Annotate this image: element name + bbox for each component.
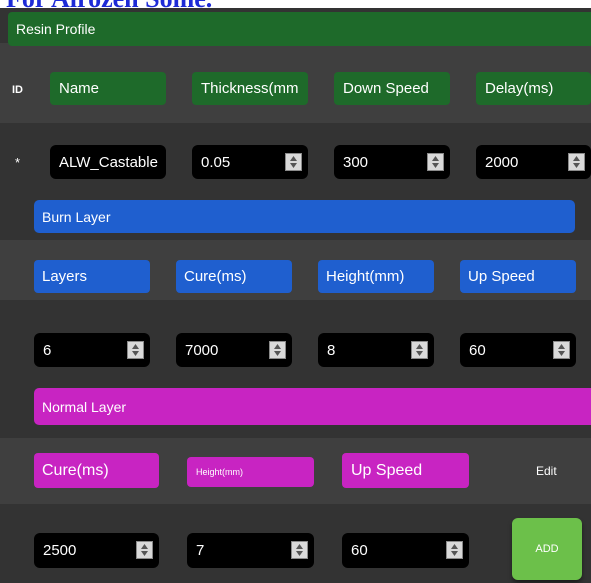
burn-cure-spinner-icon[interactable] [269, 341, 286, 359]
normal-up-speed-header: Up Speed [342, 453, 469, 488]
burn-up-speed-value: 60 [469, 341, 486, 359]
burn-layers-field[interactable]: 6 [34, 333, 150, 367]
burn-up-speed-field[interactable]: 60 [460, 333, 576, 367]
edit-label: Edit [536, 464, 557, 478]
burn-layer-header: Burn Layer [34, 200, 575, 233]
thickness-field[interactable]: 0.05 [192, 145, 308, 179]
down-speed-field[interactable]: 300 [334, 145, 450, 179]
normal-cure-spinner-icon[interactable] [136, 541, 153, 559]
normal-cure-field[interactable]: 2500 [34, 533, 159, 568]
resin-profile-header: Resin Profile [8, 12, 591, 46]
burn-layers-spinner-icon[interactable] [127, 341, 144, 359]
burn-height-value: 8 [327, 341, 336, 359]
burn-height-header: Height(mm) [318, 260, 434, 293]
normal-cure-value: 2500 [43, 542, 77, 559]
burn-height-field[interactable]: 8 [318, 333, 434, 367]
thickness-header: Thickness(mm [192, 72, 308, 105]
normal-height-spinner-icon[interactable] [291, 541, 308, 559]
burn-up-speed-spinner-icon[interactable] [553, 341, 570, 359]
name-value: ALW_Castable [59, 153, 158, 171]
burn-layers-header: Layers [34, 260, 150, 293]
burn-cure-field[interactable]: 7000 [176, 333, 292, 367]
name-header: Name [50, 72, 166, 105]
thickness-value: 0.05 [201, 153, 231, 171]
down-speed-spinner-icon[interactable] [427, 153, 444, 171]
normal-up-speed-field[interactable]: 60 [342, 533, 469, 568]
normal-height-value: 7 [196, 542, 205, 559]
thickness-spinner-icon[interactable] [285, 153, 302, 171]
down-speed-value: 300 [343, 153, 369, 171]
delay-header: Delay(ms) [476, 72, 591, 105]
row-marker: * [15, 155, 21, 170]
down-speed-header: Down Speed [334, 72, 450, 105]
settings-panel: Resin Profile ID Name Thickness(mm Down … [0, 8, 591, 583]
burn-up-speed-header: Up Speed [460, 260, 576, 293]
burn-height-spinner-icon[interactable] [411, 341, 428, 359]
normal-up-speed-value: 60 [351, 542, 368, 559]
normal-layer-header: Normal Layer [34, 388, 591, 425]
burn-layers-value: 6 [43, 341, 52, 359]
name-field[interactable]: ALW_Castable [50, 145, 166, 179]
burn-cure-value: 7000 [185, 341, 219, 359]
delay-spinner-icon[interactable] [568, 153, 585, 171]
delay-field[interactable]: 2000 [476, 145, 591, 179]
normal-height-field[interactable]: 7 [187, 533, 314, 568]
delay-value: 2000 [485, 153, 519, 171]
normal-up-speed-spinner-icon[interactable] [446, 541, 463, 559]
id-label: ID [12, 84, 23, 96]
burn-cure-header: Cure(ms) [176, 260, 292, 293]
normal-height-header: Height(mm) [187, 457, 314, 487]
normal-cure-header: Cure(ms) [34, 453, 159, 488]
add-button[interactable]: ADD [512, 518, 582, 580]
